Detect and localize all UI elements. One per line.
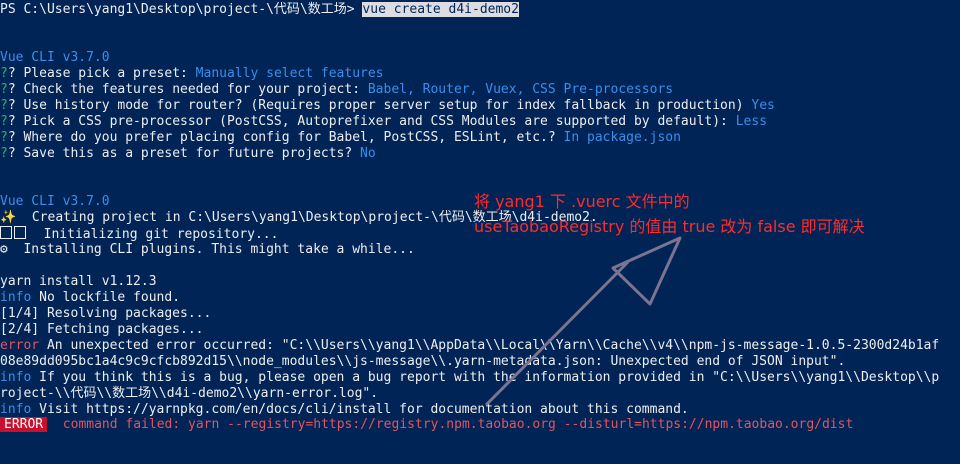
installing-line: ⚙ Installing CLI plugins. This might tak…: [0, 242, 415, 258]
info-tag: info: [0, 370, 32, 385]
info-tag: info: [0, 290, 32, 305]
error-text: An unexpected error occurred: "C:\\Users…: [39, 338, 940, 353]
installing-text: Installing CLI plugins. This might take …: [7, 242, 415, 257]
question-text: ? Pick a CSS pre-processor (PostCSS, Aut…: [7, 114, 736, 129]
answer-text: Less: [735, 114, 768, 129]
info-text: Visit https://yarnpkg.com/en/docs/cli/in…: [31, 402, 689, 417]
yarn-install-line: yarn install v1.12.3: [0, 274, 157, 289]
error-line-1: error An unexpected error occurred: "C:\…: [0, 338, 939, 354]
question-mark-icon: ?: [0, 114, 8, 129]
annotation-line-1: 将 yang1 下 .vuerc 文件中的: [474, 192, 690, 211]
gear-icon: ⚙: [0, 242, 8, 257]
question-text: ? Where do you prefer placing config for…: [7, 130, 564, 145]
answer-text: Manually select features: [195, 66, 384, 81]
info-text: No lockfile found.: [31, 290, 181, 305]
question-2: ?? Check the features needed for your pr…: [0, 82, 673, 98]
answer-text: In package.json: [563, 130, 681, 145]
init-git-text: Initializing git repository...: [28, 227, 279, 242]
answer-text: No: [360, 146, 376, 161]
info-bug-line-1: info If you think this is a bug, please …: [0, 370, 939, 386]
info-no-lockfile-line: info No lockfile found.: [0, 290, 180, 306]
command-failed-line: ERROR command failed: yarn --registry=ht…: [0, 417, 853, 433]
box-glyph-icon: [0, 226, 12, 239]
box-glyph-icon: [14, 226, 26, 239]
question-mark-icon: ?: [0, 66, 8, 81]
question-mark-icon: ?: [0, 146, 8, 161]
question-6: ?? Save this as a preset for future proj…: [0, 146, 376, 162]
command-text: vue create d4i-demo2: [362, 2, 519, 17]
error-tag: error: [0, 338, 40, 353]
question-text: ? Use history mode for router? (Requires…: [7, 98, 752, 113]
init-git-line: Initializing git repository...: [0, 226, 278, 242]
question-text: ? Check the features needed for your pro…: [7, 82, 368, 97]
question-mark-icon: ?: [0, 98, 8, 113]
info-bug-line-2: roject-\\代码\\数工场\\d4i-demo2\\yarn-error.…: [0, 386, 379, 401]
error-line-2: 08e89dd095bc1a4c9c9cfcb892d15\\node_modu…: [0, 354, 846, 369]
info-tag: info: [0, 402, 32, 417]
question-1: ?? Please pick a preset: Manually select…: [0, 66, 384, 82]
question-text: ? Save this as a preset for future proje…: [7, 146, 361, 161]
sparkle-icon: ✨: [0, 210, 17, 225]
question-3: ?? Use history mode for router? (Require…: [0, 98, 775, 114]
info-visit-line: info Visit https://yarnpkg.com/en/docs/c…: [0, 402, 689, 418]
annotation-line-2: useTaobaoRegistry 的值由 true 改为 false 即可解决: [474, 217, 865, 236]
question-mark-icon: ?: [0, 130, 8, 145]
info-text: If you think this is a bug, please open …: [31, 370, 940, 385]
question-4: ?? Pick a CSS pre-processor (PostCSS, Au…: [0, 114, 767, 130]
answer-text: Yes: [751, 98, 775, 113]
question-text: ? Please pick a preset:: [7, 66, 196, 81]
resolving-line: [1/4] Resolving packages...: [0, 306, 212, 321]
vue-cli-header-2: Vue CLI v3.7.0: [0, 194, 110, 209]
prompt-line: PS C:\Users\yang1\Desktop\project-\代码\数工…: [0, 2, 519, 18]
answer-text: Babel, Router, Vuex, CSS Pre-processors: [367, 82, 674, 97]
vue-cli-header-1: Vue CLI v3.7.0: [0, 50, 110, 65]
prompt-text: PS C:\Users\yang1\Desktop\project-\代码\数工…: [0, 2, 363, 17]
question-mark-icon: ?: [0, 82, 8, 97]
fetching-line: [2/4] Fetching packages...: [0, 322, 204, 337]
question-5: ?? Where do you prefer placing config fo…: [0, 130, 681, 146]
error-badge: ERROR: [0, 417, 48, 432]
command-failed-text: command failed: yarn --registry=https://…: [47, 417, 854, 432]
terminal-window[interactable]: PS C:\Users\yang1\Desktop\project-\代码\数工…: [0, 0, 960, 432]
